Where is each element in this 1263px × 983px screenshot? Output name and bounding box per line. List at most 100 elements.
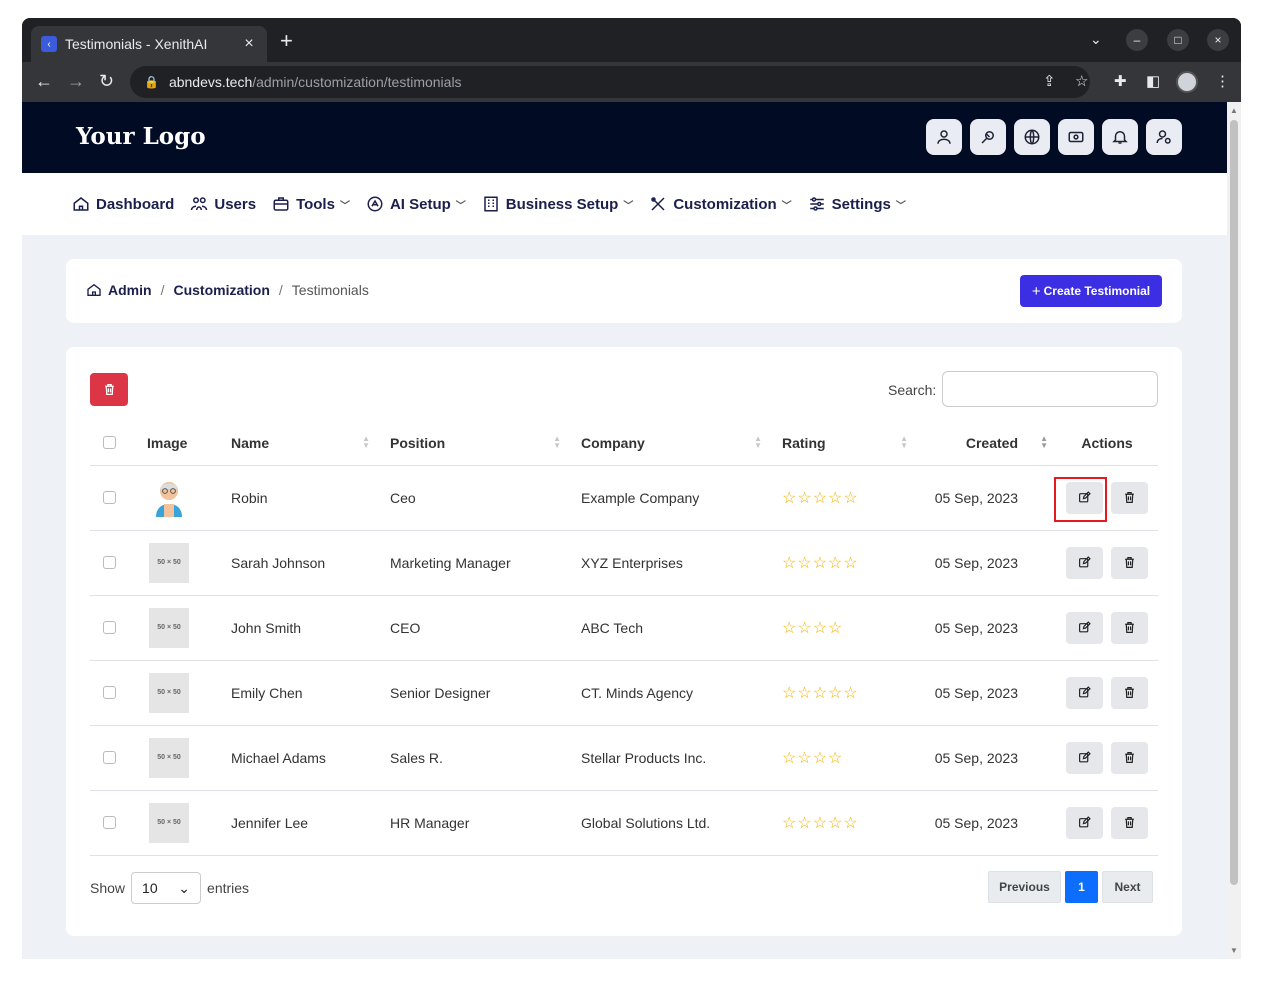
globe-icon[interactable] <box>1014 119 1050 155</box>
bell-icon[interactable] <box>1102 119 1138 155</box>
table-row: 50 × 50 Michael Adams Sales R. Stellar Prod… <box>90 725 1158 791</box>
pagination: Previous 1 Next <box>988 871 1157 903</box>
edit-button[interactable] <box>1066 676 1103 709</box>
rating-stars: ☆☆☆☆☆ <box>782 684 859 702</box>
side-panel-icon[interactable]: ◧ <box>1146 72 1160 90</box>
delete-button[interactable] <box>1111 611 1148 644</box>
chevron-down-icon: ﹀ <box>781 200 792 212</box>
row-checkbox[interactable] <box>103 556 116 569</box>
rating-cell: ☆☆☆☆ <box>770 595 916 661</box>
edit-button[interactable] <box>1066 611 1103 644</box>
user-settings-icon[interactable] <box>1146 119 1182 155</box>
chevron-down-icon: ﹀ <box>895 200 906 212</box>
scrollbar[interactable]: ▲ ▼ <box>1227 102 1241 959</box>
image-cell: 50 × 50 <box>135 660 219 726</box>
header-created[interactable]: Created ▲ ▼ <box>916 421 1056 466</box>
forward-icon[interactable]: → <box>67 71 85 91</box>
new-tab-icon[interactable]: + <box>280 30 293 52</box>
nav-ai-setup[interactable]: AI Setup ﹀ <box>366 195 466 213</box>
back-icon[interactable]: ← <box>35 71 53 91</box>
company-cell: Global Solutions Ltd. <box>569 790 770 856</box>
page-viewport: Your Logo Dashboard Users Tools ﹀ AI Set… <box>22 102 1227 959</box>
share-icon[interactable]: ⇪ <box>1043 72 1056 90</box>
header-rating[interactable]: Rating ▲ ▼ <box>770 421 916 466</box>
nav-users[interactable]: Users <box>190 195 256 213</box>
breadcrumb-admin[interactable]: Admin <box>108 282 152 298</box>
table-row: 50 × 50 Emily Chen Senior Designer CT. Mind… <box>90 660 1158 726</box>
testimonials-card: Search: Image Name ▲ ▼ Position ▲ ▼ Company ▲… <box>66 347 1182 936</box>
delete-button[interactable] <box>1111 676 1148 709</box>
create-testimonial-button[interactable]: + Create Testimonial <box>1020 275 1162 307</box>
app-header: Your Logo <box>22 102 1227 173</box>
maximize-icon[interactable]: □ <box>1167 29 1189 51</box>
scroll-thumb[interactable] <box>1230 120 1238 885</box>
edit-button[interactable] <box>1066 546 1103 579</box>
header-position[interactable]: Position ▲ ▼ <box>378 421 569 466</box>
scroll-up-icon[interactable]: ▲ <box>1230 106 1238 115</box>
trash-icon <box>1123 491 1136 504</box>
row-checkbox[interactable] <box>103 621 116 634</box>
breadcrumb-customization[interactable]: Customization <box>173 282 269 298</box>
name-cell: Robin <box>219 465 378 531</box>
reload-icon[interactable]: ↻ <box>99 71 114 91</box>
scroll-down-icon[interactable]: ▼ <box>1230 946 1238 955</box>
user-icon[interactable] <box>926 119 962 155</box>
search-input[interactable] <box>942 371 1158 407</box>
entries-select[interactable]: 10 ⌄ <box>131 872 202 904</box>
row-checkbox[interactable] <box>103 816 116 829</box>
tab-search-icon[interactable]: ⌄ <box>1090 31 1102 48</box>
bulk-delete-button[interactable] <box>90 373 128 406</box>
next-button[interactable]: Next <box>1102 871 1153 903</box>
nav-customization[interactable]: Customization ﹀ <box>649 195 792 213</box>
theme-icon[interactable] <box>970 119 1006 155</box>
header-company[interactable]: Company ▲ ▼ <box>569 421 770 466</box>
edit-icon <box>1078 816 1091 829</box>
image-placeholder: 50 × 50 <box>149 607 189 648</box>
currency-icon[interactable] <box>1058 119 1094 155</box>
header-company-label: Company <box>581 434 645 451</box>
bookmark-star-icon[interactable]: ☆ <box>1075 72 1088 90</box>
row-checkbox[interactable] <box>103 751 116 764</box>
nav-business-setup[interactable]: Business Setup ﹀ <box>482 195 634 213</box>
tab-close-icon[interactable]: × <box>241 35 257 53</box>
breadcrumb-current: Testimonials <box>291 282 369 298</box>
previous-button[interactable]: Previous <box>988 871 1061 903</box>
menu-icon[interactable]: ⋮ <box>1215 72 1230 90</box>
header-name[interactable]: Name ▲ ▼ <box>219 421 378 466</box>
delete-button[interactable] <box>1111 806 1148 839</box>
rating-stars: ☆☆☆☆☆ <box>782 489 859 507</box>
logo[interactable]: Your Logo <box>76 123 206 150</box>
nav-settings[interactable]: Settings ﹀ <box>808 195 906 213</box>
delete-button[interactable] <box>1111 546 1148 579</box>
position-cell: Sales R. <box>378 725 569 791</box>
nav-label-dashboard: Dashboard <box>96 195 175 213</box>
close-window-icon[interactable]: × <box>1207 29 1229 51</box>
chevron-down-icon: ﹀ <box>623 200 634 212</box>
page-1-button[interactable]: 1 <box>1065 871 1098 903</box>
row-checkbox[interactable] <box>103 491 116 504</box>
table-row: 50 × 50 Jennifer Lee HR Manager Global Solu… <box>90 790 1158 856</box>
address-bar[interactable]: 🔒 abndevs.tech/admin/customization/testi… <box>130 66 1090 98</box>
nav-dashboard[interactable]: Dashboard <box>72 195 174 213</box>
trash-icon <box>1123 686 1136 699</box>
favicon-icon: ‹ <box>41 36 57 52</box>
row-checkbox[interactable] <box>103 686 116 699</box>
select-all-checkbox[interactable] <box>103 436 116 450</box>
delete-button[interactable] <box>1111 481 1148 514</box>
image-placeholder: 50 × 50 <box>149 737 189 778</box>
rating-stars: ☆☆☆☆ <box>782 749 844 767</box>
edit-button[interactable] <box>1066 806 1103 839</box>
chevron-down-icon: ⌄ <box>178 879 191 896</box>
nav-tools[interactable]: Tools ﹀ <box>272 195 350 213</box>
edit-button[interactable] <box>1066 741 1103 774</box>
created-cell: 05 Sep, 2023 <box>916 790 1056 856</box>
delete-button[interactable] <box>1111 741 1148 774</box>
rating-stars: ☆☆☆☆☆ <box>782 814 859 832</box>
company-cell: XYZ Enterprises <box>569 530 770 596</box>
tab-title: Testimonials - XenithAI <box>65 36 208 52</box>
minimize-icon[interactable]: – <box>1126 29 1148 51</box>
browser-tab[interactable]: ‹ Testimonials - XenithAI × <box>31 26 267 62</box>
extensions-icon[interactable]: ✚ <box>1114 72 1127 90</box>
profile-avatar[interactable] <box>1176 71 1198 93</box>
header-image: Image <box>135 421 219 466</box>
